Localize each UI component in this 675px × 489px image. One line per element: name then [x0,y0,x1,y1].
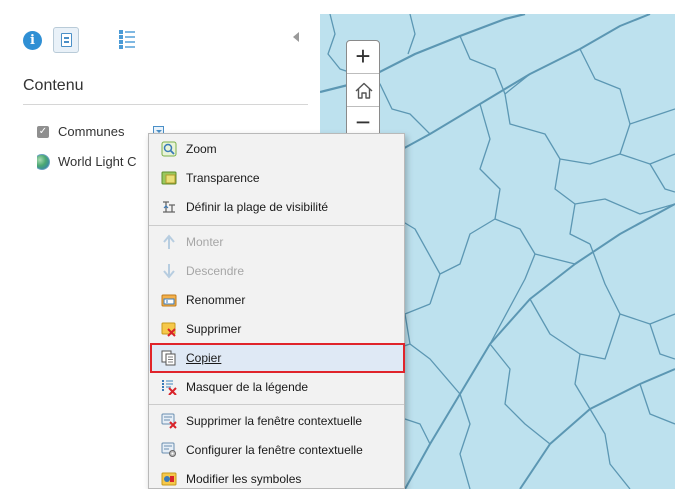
menu-item-change-symbols[interactable]: Modifier les symboles [149,466,404,488]
menu-item-label: Renommer [186,293,246,307]
arrow-up-icon [163,234,175,249]
layer-item-basemap[interactable]: World Light C [37,153,162,171]
menu-item-move-up: Monter [149,229,404,255]
menu-separator [149,225,404,226]
basemap-globe-icon [37,154,50,170]
copy-highlight-box [150,343,405,373]
zoom-in-button[interactable]: + [347,41,379,74]
menu-item-label: Transparence [186,171,260,185]
transparency-icon [161,171,177,185]
collapse-left-icon[interactable] [293,32,299,42]
layer-context-menu: Zoom Transparence Définir la plage de vi… [148,133,405,489]
info-icon[interactable]: i [23,31,42,50]
menu-item-move-down: Descendre [149,258,404,284]
menu-item-label: Configurer la fenêtre contextuelle [186,443,363,457]
menu-separator [149,404,404,405]
visibility-range-icon [163,201,175,213]
panel-tabs: i [13,14,318,64]
layer-label: World Light C [58,154,137,169]
zoom-controls: + − [346,40,380,141]
checkbox-icon[interactable]: ✓ [37,126,49,138]
menu-item-label: Supprimer [186,322,242,336]
content-list-icon[interactable] [53,27,79,53]
menu-item-hide-legend[interactable]: Masquer de la légende [149,374,404,400]
layer-label: Communes [58,124,125,139]
menu-item-label: Supprimer la fenêtre contextuelle [186,414,363,428]
menu-item-label: Définir la plage de visibilité [186,200,329,214]
hide-legend-icon [162,380,177,395]
legend-icon[interactable] [119,29,135,49]
remove-popup-icon [161,413,177,429]
menu-item-delete[interactable]: Supprimer [149,316,404,342]
menu-item-transparency[interactable]: Transparence [149,165,404,191]
change-symbols-icon [161,472,177,486]
menu-item-zoom[interactable]: Zoom [149,136,404,162]
arrow-down-icon [163,264,175,279]
menu-item-label: Monter [186,235,224,249]
menu-item-configure-popup[interactable]: Configurer la fenêtre contextuelle [149,437,404,463]
menu-item-remove-popup[interactable]: Supprimer la fenêtre contextuelle [149,408,404,434]
zoom-icon [161,141,177,157]
rename-icon [161,294,177,307]
menu-item-label: Masquer de la légende [186,380,309,394]
menu-item-label: Modifier les symboles [186,472,302,486]
home-icon [355,82,373,99]
delete-icon [161,322,176,337]
menu-item-visibility-range[interactable]: Définir la plage de visibilité [149,194,404,220]
title-divider [23,104,308,105]
menu-item-label: Zoom [186,142,217,156]
configure-popup-icon [161,442,176,457]
home-button[interactable] [347,74,379,107]
panel-title: Contenu [23,77,84,94]
menu-item-label: Descendre [186,264,245,278]
menu-item-rename[interactable]: Renommer [149,287,404,313]
